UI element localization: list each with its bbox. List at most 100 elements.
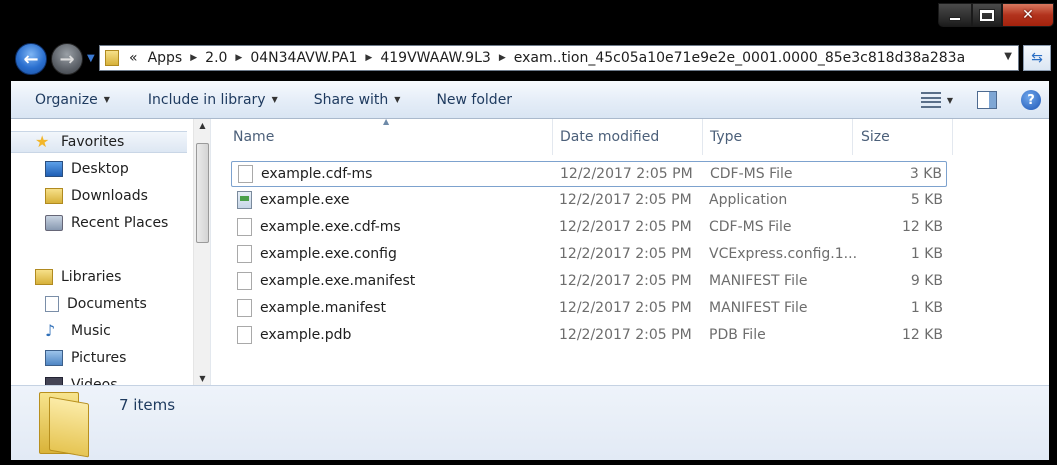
scroll-down-icon[interactable]: ▼ — [194, 374, 211, 383]
star-icon: ★ — [35, 132, 50, 151]
file-size: 5 KB — [910, 192, 943, 208]
breadcrumb-item-current[interactable]: exam..tion_45c05a10e71e9e2e_0001.0000_85… — [514, 50, 965, 66]
column-header-name[interactable]: Name — [211, 119, 553, 155]
breadcrumb-separator-icon[interactable]: ▶ — [365, 53, 372, 63]
column-header-size[interactable]: Size — [853, 119, 953, 155]
application-icon — [237, 191, 252, 209]
refresh-icon: ⇆ — [1031, 50, 1043, 66]
address-dropdown-icon[interactable]: ▼ — [1004, 51, 1012, 62]
videos-icon — [45, 377, 63, 385]
maximize-button[interactable] — [972, 3, 1002, 27]
back-arrow-icon: ← — [23, 48, 39, 70]
file-type: PDB File — [709, 327, 766, 343]
file-size: 1 KB — [910, 300, 943, 316]
table-row[interactable]: example.exe.config 12/2/2017 2:05 PM VCE… — [231, 242, 947, 268]
organize-button[interactable]: Organize ▼ — [35, 92, 110, 108]
file-type: CDF-MS File — [710, 166, 793, 182]
file-name: example.exe.cdf-ms — [260, 219, 401, 235]
item-count-label: 7 items — [119, 396, 176, 414]
breadcrumb-item-apps[interactable]: Apps — [148, 50, 183, 66]
sidebar-item-desktop[interactable]: Desktop — [45, 158, 129, 180]
recent-pages-dropdown[interactable]: ▼ — [87, 53, 95, 64]
file-icon — [237, 245, 252, 263]
breadcrumb-item-2-0[interactable]: 2.0 — [205, 50, 227, 66]
table-row[interactable]: example.manifest 12/2/2017 2:05 PM MANIF… — [231, 296, 947, 322]
table-row[interactable]: example.pdb 12/2/2017 2:05 PM PDB File 1… — [231, 323, 947, 349]
scrollbar-thumb[interactable] — [196, 143, 209, 243]
window-frame: ✕ ← → ▼ « Apps ▶ 2.0 ▶ 04N34AVW.PA1 ▶ 419VW… — [3, 3, 1056, 464]
minimize-button[interactable] — [938, 3, 972, 27]
column-header-type[interactable]: Type — [703, 119, 853, 155]
file-size: 3 KB — [909, 166, 942, 182]
column-header-label: Size — [861, 129, 890, 145]
column-header-date-modified[interactable]: Date modified — [553, 119, 703, 155]
refresh-button[interactable]: ⇆ — [1023, 45, 1051, 71]
file-list: ▲ Name Date modified Type Size example.c… — [211, 117, 1049, 385]
column-header-label: Name — [233, 129, 275, 145]
sidebar-item-libraries[interactable]: Libraries — [35, 266, 121, 288]
forward-arrow-icon: → — [59, 48, 75, 70]
command-bar: Organize ▼ Include in library ▼ Share with… — [11, 81, 1049, 119]
sidebar-item-downloads[interactable]: Downloads — [45, 185, 148, 207]
table-row[interactable]: example.exe 12/2/2017 2:05 PM Applicatio… — [231, 188, 947, 214]
chevron-down-icon: ▼ — [394, 95, 401, 104]
file-icon — [237, 218, 252, 236]
preview-pane-icon[interactable] — [977, 91, 997, 109]
file-icon — [237, 272, 252, 290]
file-size: 12 KB — [901, 219, 943, 235]
file-name: example.exe — [260, 192, 350, 208]
table-row[interactable]: example.cdf-ms 12/2/2017 2:05 PM CDF-MS … — [231, 161, 947, 187]
sidebar-item-label: Downloads — [71, 188, 148, 204]
sidebar-item-favorites[interactable]: ★ Favorites — [11, 131, 187, 153]
new-folder-button[interactable]: New folder — [436, 92, 512, 108]
sidebar-item-videos[interactable]: Videos — [45, 374, 118, 385]
change-view-icon[interactable] — [920, 92, 941, 108]
breadcrumb-separator-icon[interactable]: ▶ — [190, 53, 197, 63]
recent-places-icon — [45, 215, 63, 231]
sidebar-item-label: Documents — [67, 296, 147, 312]
include-in-library-button[interactable]: Include in library ▼ — [148, 92, 278, 108]
sidebar-item-label: Music — [71, 323, 111, 339]
libraries-icon — [35, 269, 53, 285]
breadcrumb-overflow-button[interactable]: « — [129, 50, 138, 66]
explorer-window: ✕ ← → ▼ « Apps ▶ 2.0 ▶ 04N34AVW.PA1 ▶ 419VW… — [0, 0, 1057, 465]
file-size: 1 KB — [910, 246, 943, 262]
pictures-icon — [45, 350, 63, 366]
share-with-button[interactable]: Share with ▼ — [314, 92, 401, 108]
scroll-up-icon[interactable]: ▲ — [194, 121, 211, 130]
forward-button[interactable]: → — [51, 43, 83, 75]
sidebar-item-documents[interactable]: Documents — [45, 293, 147, 315]
file-name: example.exe.manifest — [260, 273, 416, 289]
breadcrumb-item-04n34avw[interactable]: 04N34AVW.PA1 — [250, 50, 357, 66]
breadcrumb-separator-icon[interactable]: ▶ — [235, 53, 242, 63]
maximize-icon — [979, 8, 995, 22]
sidebar-item-label: Recent Places — [71, 215, 169, 231]
chevron-down-icon[interactable]: ▼ — [947, 96, 953, 105]
file-type: CDF-MS File — [709, 219, 792, 235]
sidebar-item-music[interactable]: ♪ Music — [45, 320, 111, 342]
file-name: example.manifest — [260, 300, 387, 316]
back-button[interactable]: ← — [15, 43, 47, 75]
file-date: 12/2/2017 2:05 PM — [559, 219, 692, 235]
navigation-pane: ★ Favorites Desktop Downloads Recent Pla… — [11, 119, 193, 385]
address-bar[interactable]: « Apps ▶ 2.0 ▶ 04N34AVW.PA1 ▶ 419VWAAW.9L3 ▶… — [99, 45, 1019, 71]
file-date: 12/2/2017 2:05 PM — [559, 192, 692, 208]
sidebar-item-recent-places[interactable]: Recent Places — [45, 212, 168, 234]
share-with-label: Share with — [313, 91, 389, 108]
chevron-down-icon: ▼ — [271, 95, 278, 104]
table-row[interactable]: example.exe.manifest 12/2/2017 2:05 PM M… — [231, 269, 947, 295]
sidebar-item-label: Favorites — [61, 134, 125, 150]
help-icon[interactable]: ? — [1021, 90, 1041, 110]
file-date: 12/2/2017 2:05 PM — [560, 166, 693, 182]
music-icon: ♪ — [45, 321, 56, 340]
sidebar-item-label: Pictures — [71, 350, 127, 366]
include-in-library-label: Include in library — [147, 91, 266, 108]
breadcrumb-separator-icon[interactable]: ▶ — [499, 53, 506, 63]
content-area: ★ Favorites Desktop Downloads Recent Pla… — [11, 117, 1049, 385]
table-row[interactable]: example.exe.cdf-ms 12/2/2017 2:05 PM CDF… — [231, 215, 947, 241]
navigation-pane-scrollbar[interactable]: ▲ ▼ — [193, 119, 210, 385]
close-button[interactable]: ✕ — [1002, 3, 1054, 27]
downloads-folder-icon — [45, 188, 63, 204]
breadcrumb-item-419vwaaw[interactable]: 419VWAAW.9L3 — [380, 50, 490, 66]
sidebar-item-pictures[interactable]: Pictures — [45, 347, 126, 369]
